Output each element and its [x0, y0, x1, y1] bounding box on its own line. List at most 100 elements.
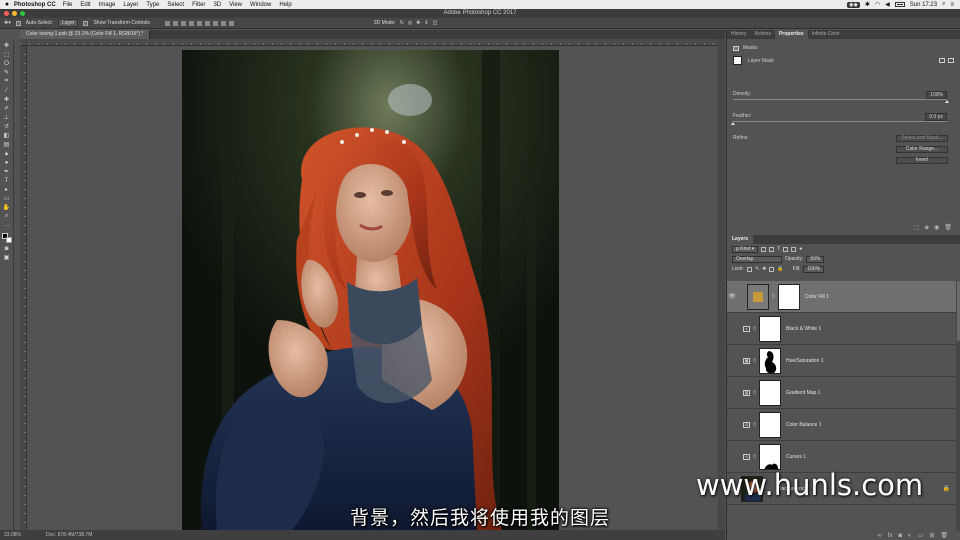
eyedropper-tool-icon[interactable]: ⁄ — [3, 87, 11, 94]
menu-file[interactable]: File — [63, 2, 73, 8]
move-tool-icon[interactable]: ✥ — [3, 42, 11, 49]
auto-select-checkbox[interactable] — [15, 20, 21, 26]
fill-value[interactable]: 100% — [803, 265, 825, 273]
clock[interactable]: Sun 17:23 — [910, 2, 937, 8]
lasso-tool-icon[interactable]: ⵔ — [3, 60, 11, 67]
healing-brush-tool-icon[interactable]: ✚ — [3, 96, 11, 103]
volume-icon[interactable]: ◀ — [885, 1, 890, 8]
screen-mode-icon[interactable]: ▣ — [3, 254, 11, 261]
lock-pixels-icon[interactable]: ✎ — [755, 266, 759, 272]
zoom-level[interactable]: 23.08% — [4, 530, 21, 540]
feather-slider-track[interactable] — [733, 121, 947, 122]
3d-roll-icon[interactable]: ◎ — [408, 20, 412, 26]
lock-all-icon[interactable]: 🔒 — [777, 266, 783, 272]
layer-style-icon[interactable]: fx — [888, 533, 893, 539]
3d-drag-icon[interactable]: ✥ — [416, 20, 420, 26]
tab-history[interactable]: History — [727, 30, 751, 39]
canvas-scrollbar[interactable] — [718, 39, 725, 530]
battery-icon[interactable] — [894, 2, 905, 7]
document-photo[interactable] — [182, 50, 559, 530]
distribute-h-icon[interactable] — [220, 20, 226, 26]
filter-smart-icon[interactable] — [791, 246, 797, 252]
pen-tool-icon[interactable]: ✒ — [3, 168, 11, 175]
clone-stamp-tool-icon[interactable]: ⊥ — [3, 114, 11, 121]
align-left-icon[interactable] — [188, 20, 194, 26]
load-selection-icon[interactable]: ⬚ — [914, 224, 920, 231]
layer-mask-thumb[interactable] — [778, 283, 800, 310]
layer-row-color-balance[interactable]: ⚖ 8 Color Balance 1 — [727, 409, 956, 441]
align-middle-icon[interactable] — [172, 20, 178, 26]
layer-mask-thumb[interactable] — [759, 347, 781, 374]
rectangle-tool-icon[interactable]: ▭ — [3, 195, 11, 202]
quick-mask-icon[interactable]: ◙ — [3, 245, 11, 252]
add-mask-icon[interactable]: ◙ — [898, 533, 902, 539]
link-layers-icon[interactable]: ∞ — [877, 533, 881, 539]
link-chain-icon[interactable]: 8 — [750, 390, 759, 396]
menu-layer[interactable]: Layer — [123, 2, 138, 8]
delete-layer-icon[interactable]: 🗑 — [940, 532, 948, 539]
auto-select-dropdown[interactable]: Layer — [57, 19, 79, 27]
opacity-value[interactable]: 50% — [806, 255, 825, 263]
bluetooth-icon[interactable]: ✱ — [865, 1, 870, 8]
3d-rotate-icon[interactable]: ↻ — [400, 20, 404, 26]
3d-scale-icon[interactable]: ◫ — [433, 20, 438, 26]
spotlight-icon[interactable]: ⌕ — [942, 1, 945, 8]
pixel-mask-icon[interactable] — [939, 58, 945, 63]
background-color-swatch[interactable] — [5, 237, 12, 243]
lock-artboard-icon[interactable] — [769, 266, 775, 272]
layer-mask-thumb[interactable] — [759, 411, 781, 438]
filter-shape-icon[interactable] — [783, 246, 789, 252]
vertical-ruler[interactable] — [20, 46, 27, 530]
crop-tool-icon[interactable]: ⌗ — [3, 78, 11, 85]
fill-layer-thumbnail[interactable] — [747, 283, 769, 310]
filter-type-icon[interactable]: T — [777, 246, 780, 252]
feather-slider-knob[interactable] — [731, 122, 735, 125]
density-value[interactable]: 100% — [926, 91, 947, 99]
link-chain-icon[interactable]: 8 — [750, 422, 759, 428]
blend-mode-dropdown[interactable]: Overlay — [732, 255, 782, 263]
layer-mask-thumb[interactable] — [759, 315, 781, 342]
visibility-eye-icon[interactable]: 👁 — [727, 293, 737, 300]
density-slider-knob[interactable] — [945, 100, 949, 103]
wifi-icon[interactable]: ◠ — [875, 1, 880, 8]
link-chain-icon[interactable]: 8 — [750, 326, 759, 332]
layer-row-hue-saturation[interactable]: ▦ 8 Hue/Saturation 1 — [727, 345, 956, 377]
move-tool-preset-icon[interactable]: ✥▾ — [4, 20, 11, 26]
layer-filter-dropdown[interactable]: ρ Kind ▾ — [732, 245, 759, 253]
layer-lock-icon[interactable]: 🔒 — [943, 485, 950, 492]
horizontal-ruler[interactable] — [20, 39, 725, 46]
history-brush-tool-icon[interactable]: ↺ — [3, 123, 11, 130]
new-group-icon[interactable]: ▭ — [918, 532, 924, 539]
link-chain-icon[interactable]: 8 — [750, 358, 759, 364]
menu-view[interactable]: View — [229, 2, 242, 8]
feather-value[interactable]: 0.0 px — [925, 113, 947, 121]
3d-slide-icon[interactable]: ⇕ — [424, 20, 428, 26]
close-window-icon[interactable] — [4, 11, 9, 16]
delete-mask-icon[interactable]: 🗑 — [944, 224, 952, 231]
menu-image[interactable]: Image — [99, 2, 116, 8]
filter-toggle-icon[interactable]: ● — [799, 246, 802, 252]
layer-name[interactable]: Color Fill 1 — [805, 294, 829, 300]
layer-name[interactable]: Color Balance 1 — [786, 422, 822, 428]
app-menu[interactable]: Photoshop CC — [14, 2, 56, 8]
blur-tool-icon[interactable]: ▲ — [3, 150, 11, 157]
distribute-v-icon[interactable] — [228, 20, 234, 26]
density-slider-track[interactable] — [733, 99, 947, 100]
tab-actions[interactable]: Actions — [751, 30, 775, 39]
type-tool-icon[interactable]: T — [3, 177, 11, 184]
menu-edit[interactable]: Edit — [80, 2, 90, 8]
align-top-icon[interactable] — [164, 20, 170, 26]
filter-pixel-icon[interactable] — [761, 246, 767, 252]
tab-infinite-color[interactable]: Infinite Color — [808, 30, 844, 39]
lock-position-icon[interactable]: ✥ — [762, 266, 766, 272]
layer-mask-thumb[interactable] — [759, 443, 781, 470]
hand-tool-icon[interactable]: ✋ — [3, 204, 11, 211]
layer-name[interactable]: Gradient Map 1 — [786, 390, 820, 396]
layer-name[interactable]: Black & White 1 — [786, 326, 821, 332]
menu-3d[interactable]: 3D — [213, 2, 221, 8]
apply-mask-icon[interactable]: ◈ — [925, 224, 930, 231]
align-right-icon[interactable] — [204, 20, 210, 26]
color-swatches[interactable] — [1, 233, 12, 243]
lock-transparent-icon[interactable] — [746, 266, 752, 272]
color-range-button[interactable]: Color Range... — [896, 146, 948, 153]
